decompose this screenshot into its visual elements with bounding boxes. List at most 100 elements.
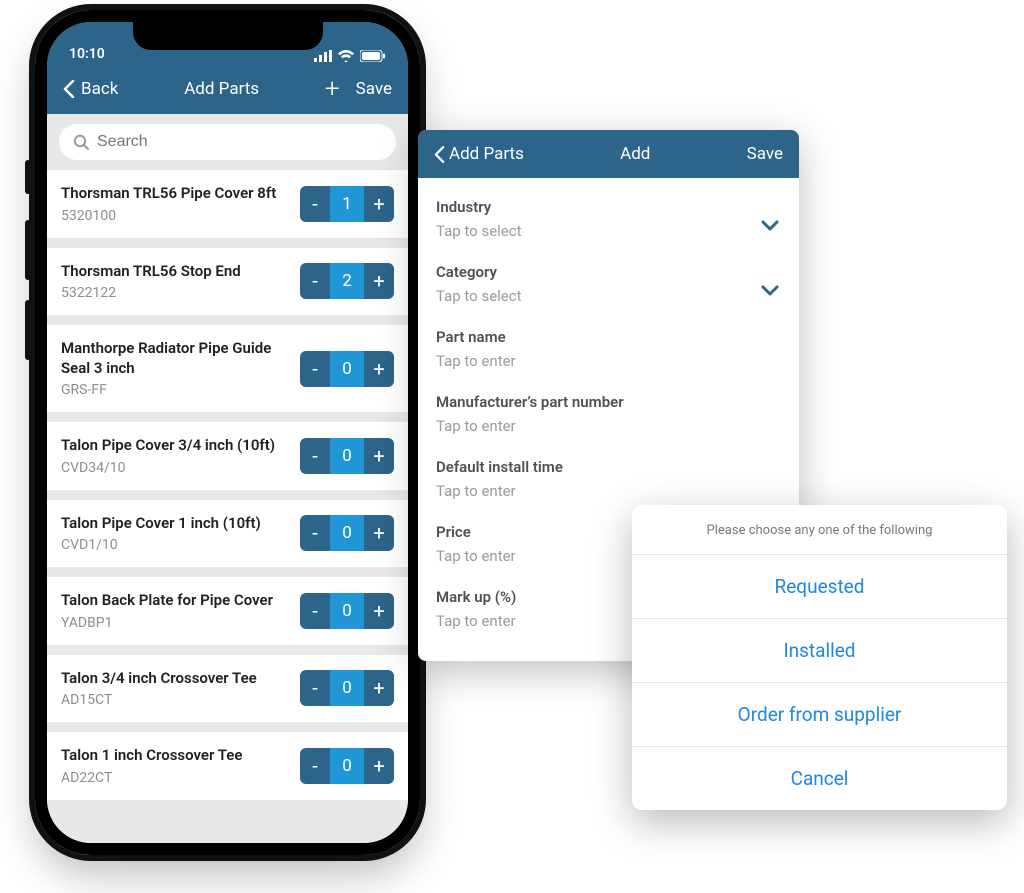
decrement-button[interactable]: - <box>300 748 330 784</box>
back-label: Back <box>81 79 118 99</box>
increment-button[interactable]: + <box>364 263 394 299</box>
back-button[interactable]: Back <box>63 79 118 99</box>
part-name: Talon Back Plate for Pipe Cover <box>61 591 290 611</box>
decrement-button[interactable]: - <box>300 186 330 222</box>
quantity-stepper: - 1 + <box>300 186 394 222</box>
add-button[interactable]: + <box>325 76 340 102</box>
quantity-stepper: - 0 + <box>300 748 394 784</box>
quantity-value: 1 <box>330 186 364 222</box>
list-item[interactable]: Talon 1 inch Crossover Tee AD22CT - 0 + <box>47 732 408 800</box>
field-label: Category <box>436 263 781 281</box>
part-name: Talon Pipe Cover 3/4 inch (10ft) <box>61 436 290 456</box>
decrement-button[interactable]: - <box>300 351 330 387</box>
part-name: Talon Pipe Cover 1 inch (10ft) <box>61 514 290 534</box>
field-placeholder: Tap to enter <box>436 417 781 435</box>
panel-back-button[interactable]: Add Parts <box>434 144 524 164</box>
list-item[interactable]: Talon 3/4 inch Crossover Tee AD15CT - 0 … <box>47 655 408 723</box>
part-name: Manthorpe Radiator Pipe Guide Seal 3 inc… <box>61 339 290 378</box>
quantity-value: 0 <box>330 438 364 474</box>
nav-bar: Back Add Parts + Save <box>47 66 408 114</box>
search-input[interactable] <box>97 133 382 151</box>
decrement-button[interactable]: - <box>300 593 330 629</box>
part-sku: YADBP1 <box>61 615 290 631</box>
field-label: Default install time <box>436 458 781 476</box>
status-right <box>314 50 386 62</box>
increment-button[interactable]: + <box>364 515 394 551</box>
panel-back-label: Add Parts <box>449 144 524 164</box>
part-name: Talon 3/4 inch Crossover Tee <box>61 669 290 689</box>
page-title: Add Parts <box>184 79 259 99</box>
part-name: Thorsman TRL56 Stop End <box>61 262 290 282</box>
decrement-button[interactable]: - <box>300 515 330 551</box>
quantity-value: 0 <box>330 748 364 784</box>
list-item[interactable]: Thorsman TRL56 Pipe Cover 8ft 5320100 - … <box>47 170 408 238</box>
part-name: Thorsman TRL56 Pipe Cover 8ft <box>61 184 290 204</box>
quantity-stepper: - 0 + <box>300 351 394 387</box>
sheet-title: Please choose any one of the following <box>632 505 1007 555</box>
quantity-value: 2 <box>330 263 364 299</box>
decrement-button[interactable]: - <box>300 438 330 474</box>
field-label: Manufacturer’s part number <box>436 393 781 411</box>
field-placeholder: Tap to select <box>436 287 781 305</box>
search-bar <box>47 114 408 170</box>
chevron-down-icon <box>761 285 779 297</box>
panel-header: Add Parts Add Save <box>418 130 799 178</box>
part-sku: AD22CT <box>61 770 290 786</box>
list-item[interactable]: Manthorpe Radiator Pipe Guide Seal 3 inc… <box>47 325 408 412</box>
list-item[interactable]: Talon Back Plate for Pipe Cover YADBP1 -… <box>47 577 408 645</box>
sheet-option-requested[interactable]: Requested <box>632 555 1007 619</box>
chevron-left-icon <box>63 80 75 98</box>
part-sku: AD15CT <box>61 692 290 708</box>
part-sku: CVD34/10 <box>61 460 290 476</box>
part-sku: 5320100 <box>61 208 290 224</box>
quantity-value: 0 <box>330 351 364 387</box>
decrement-button[interactable]: - <box>300 670 330 706</box>
search-icon <box>73 134 89 150</box>
action-sheet: Please choose any one of the following R… <box>632 505 1007 810</box>
field-label: Part name <box>436 328 781 346</box>
increment-button[interactable]: + <box>364 748 394 784</box>
quantity-stepper: - 0 + <box>300 438 394 474</box>
phone-side-button <box>25 300 31 360</box>
category-field[interactable]: Category Tap to select <box>436 253 781 318</box>
sheet-option-cancel[interactable]: Cancel <box>632 747 1007 810</box>
decrement-button[interactable]: - <box>300 263 330 299</box>
increment-button[interactable]: + <box>364 438 394 474</box>
field-label: Industry <box>436 198 781 216</box>
quantity-value: 0 <box>330 593 364 629</box>
sheet-option-order[interactable]: Order from supplier <box>632 683 1007 747</box>
chevron-left-icon <box>434 146 445 163</box>
mpn-field[interactable]: Manufacturer’s part number Tap to enter <box>436 383 781 448</box>
increment-button[interactable]: + <box>364 186 394 222</box>
cellular-icon <box>314 50 332 62</box>
list-item[interactable]: Talon Pipe Cover 1 inch (10ft) CVD1/10 -… <box>47 500 408 568</box>
wifi-icon <box>338 50 354 62</box>
field-placeholder: Tap to select <box>436 222 781 240</box>
increment-button[interactable]: + <box>364 593 394 629</box>
part-sku: CVD1/10 <box>61 537 290 553</box>
phone-frame: 10:10 Back Add Parts + Save <box>35 10 420 855</box>
status-time: 10:10 <box>69 46 105 62</box>
panel-title: Add <box>620 144 650 164</box>
part-sku: GRS-FF <box>61 382 290 398</box>
field-placeholder: Tap to enter <box>436 482 781 500</box>
search-field[interactable] <box>59 124 396 160</box>
sheet-option-installed[interactable]: Installed <box>632 619 1007 683</box>
quantity-stepper: - 0 + <box>300 515 394 551</box>
list-item[interactable]: Talon Pipe Cover 3/4 inch (10ft) CVD34/1… <box>47 422 408 490</box>
save-button[interactable]: Save <box>356 79 392 99</box>
phone-notch <box>133 22 323 50</box>
part-name-field[interactable]: Part name Tap to enter <box>436 318 781 383</box>
part-name: Talon 1 inch Crossover Tee <box>61 746 290 766</box>
list-item[interactable]: Thorsman TRL56 Stop End 5322122 - 2 + <box>47 248 408 316</box>
increment-button[interactable]: + <box>364 351 394 387</box>
phone-side-button <box>25 220 31 280</box>
industry-field[interactable]: Industry Tap to select <box>436 188 781 253</box>
quantity-stepper: - 0 + <box>300 670 394 706</box>
install-time-field[interactable]: Default install time Tap to enter <box>436 448 781 513</box>
panel-save-button[interactable]: Save <box>747 144 783 164</box>
parts-list[interactable]: Thorsman TRL56 Pipe Cover 8ft 5320100 - … <box>47 170 408 843</box>
increment-button[interactable]: + <box>364 670 394 706</box>
quantity-stepper: - 0 + <box>300 593 394 629</box>
quantity-value: 0 <box>330 670 364 706</box>
